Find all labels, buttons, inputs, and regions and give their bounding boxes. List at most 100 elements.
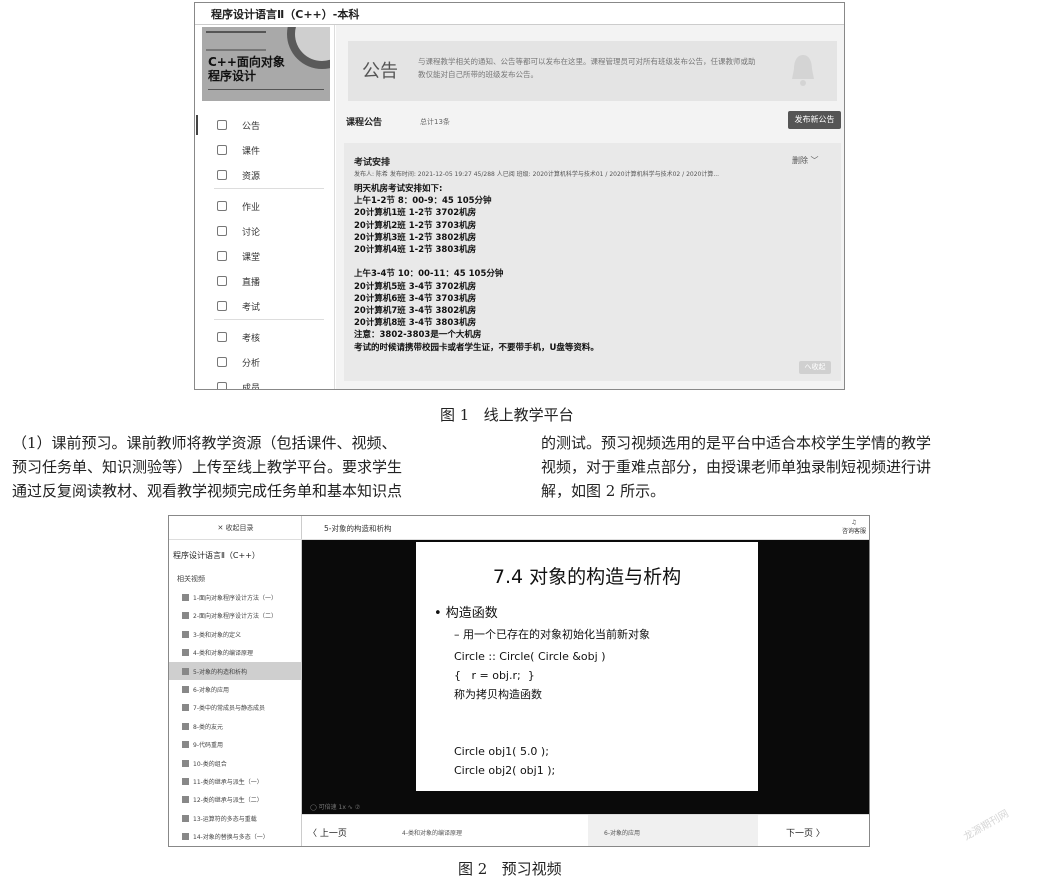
chart-icon [217,357,227,367]
video-list-item-title: 2-面向对象程序设计方法（二） [193,613,277,621]
video-player[interactable]: 7.4 对象的构造与析构 • 构造函数 – 用一个已存在的对象初始化当前新对象 … [302,540,869,814]
player-controls[interactable]: ◯ 可倍速 1x ∿ ⑦ [310,802,360,811]
figure-2-caption: 图 2 预习视频 [458,860,562,878]
figure-1-caption: 图 1 线上教学平台 [440,406,574,424]
video-list-item[interactable]: 5-对象的构造和析构 [169,661,302,680]
sidebar-item-label: 考试 [242,303,261,313]
prev-video-title[interactable]: 4-类和对象的编译原理 [402,828,462,837]
sidebar-item[interactable]: 作业 [202,194,330,219]
sidebar-item-label: 课堂 [242,253,261,263]
catalog-panel: ✕ 收起目录 程序设计语言Ⅱ（C++） 相关视频 1-面向对象程序设计方法（一）… [169,516,302,846]
slide-title: 7.4 对象的构造与析构 [492,566,682,588]
book-cover-image: C++面向对象程序设计 [202,27,330,101]
cover-decoration [208,89,324,95]
sidebar-item-label: 直播 [242,278,261,288]
video-list-item[interactable]: 6-对象的应用 [169,680,302,698]
video-icon [182,612,189,620]
video-list-item-title: 3-类和对象的定义 [193,631,241,639]
sidebar-nav: 公告课件资源作业讨论课堂直播考试考核分析成员 [196,113,330,389]
announcement-meta: 发布人: 陈希 发布时间: 2021-12-05 19:27 45/288 人已… [354,171,720,178]
video-icon [217,276,227,286]
help-button[interactable]: ♫ 咨询客服 [840,518,868,536]
video-icon [182,594,189,601]
sidebar-item[interactable]: 资源 [202,163,330,188]
bell-icon [792,55,814,86]
video-icon [182,704,189,712]
announcement-title[interactable]: 考试安排 [354,155,390,168]
collapse-button[interactable]: へ收起 [799,361,831,374]
delete-button[interactable]: 删除 ﹀ [792,155,819,166]
catalog-course-name: 程序设计语言Ⅱ（C++） [173,551,260,560]
sidebar-item[interactable]: 成员 [202,375,330,389]
video-list-item[interactable]: 11-类的继承与派生（一） [169,772,302,790]
banner-description: 与课程教学相关的通知、公告等都可以发布在这里。课程管理员可对所有班级发布公告，任… [418,57,756,79]
exam-icon [217,301,227,311]
sidebar-item[interactable]: 课堂 [202,244,330,269]
announcement-line: 20计算机2班 1-2节 3703机房 [354,220,477,231]
video-list-item[interactable]: 13-运算符的多态与重载 [169,809,302,827]
next-page-button[interactable]: 下一页 〉 [786,826,825,839]
video-list-item-title: 7-类中的常成员与静态成员 [193,705,265,713]
video-icon [182,814,189,822]
banner-title: 公告 [362,61,398,82]
video-list-item[interactable]: 10-类的组合 [169,754,302,772]
video-list-item-title: 14-对象的替换与多态（一） [193,834,269,842]
sidebar-item[interactable]: 考核 [202,325,330,350]
video-list-item[interactable]: 3-类和对象的定义 [169,625,302,643]
paragraph-line: 通过反复阅读教材、观看教学视频完成任务单和基本知识点 [12,482,403,500]
sidebar-item[interactable]: 公告 [196,113,330,138]
next-video-title[interactable]: 6-对象的应用 [604,828,640,837]
watermark: 龙源期刊网 [962,808,1011,843]
slide-code: Circle :: Circle( Circle &obj ) { r = ob… [454,650,606,777]
folder-icon [217,170,227,180]
sidebar-item-label: 作业 [242,203,261,213]
video-title: 5-对象的构造和析构 [324,524,392,533]
announcement-main: 公告 与课程教学相关的通知、公告等都可以发布在这里。课程管理员可对所有班级发布公… [336,25,844,389]
video-icon [182,759,189,767]
sidebar-item-label: 分析 [242,359,261,369]
sidebar-item[interactable]: 分析 [202,350,330,375]
announcement-card: 考试安排 发布人: 陈希 发布时间: 2021-12-05 19:27 45/2… [344,143,841,381]
clipboard-icon [217,201,227,211]
paragraph-right-column: 的测试。预习视频选用的是平台中适合本校学生学情的教学 视频，对于重难点部分，由授课… [541,431,931,503]
announcement-line [354,256,599,268]
new-announcement-button[interactable]: 发布新公告 [788,111,841,129]
sidebar-item-label: 课件 [242,147,261,157]
paragraph-line: 视频，对于重难点部分，由授课老师单独录制短视频进行讲 [541,458,932,476]
video-list-item[interactable]: 14-对象的替换与多态（一） [169,827,302,845]
video-list-item-title: 13-运算符的多态与重载 [193,815,257,823]
video-list-item-title: 5-对象的构造和析构 [193,668,247,676]
paragraph-line: 解，如图 2 所示。 [541,482,666,500]
announcement-line: 上午3-4节 10：00-11：45 105分钟 [354,269,504,280]
sidebar-item-label: 考核 [242,334,261,344]
chat-icon [217,226,227,236]
video-list-item[interactable]: 9-代码重用 [169,735,302,753]
sidebar-item[interactable]: 讨论 [202,219,330,244]
announcement-line: 20计算机3班 1-2节 3802机房 [354,232,477,243]
sidebar-item[interactable]: 课件 [202,138,330,163]
video-list-item-title: 4-类和对象的编译原理 [193,650,253,658]
video-icon [182,777,189,785]
video-list-item[interactable]: 1-面向对象程序设计方法（一） [169,588,302,606]
prev-page-button[interactable]: 〈 上一页 [308,826,347,839]
course-title: 程序设计语言Ⅱ（C++）-本科 [211,8,360,21]
video-list-item[interactable]: 4-类和对象的编译原理 [169,643,302,661]
video-list-item[interactable]: 8-类的友元 [169,717,302,735]
announcement-line: 20计算机1班 1-2节 3702机房 [354,208,477,219]
video-list-item[interactable]: 2-面向对象程序设计方法（二） [169,606,302,624]
sidebar-item[interactable]: 直播 [202,269,330,294]
slide-bullet: • 构造函数 [434,606,498,621]
paragraph-line: 预习任务单、知识测验等）上传至线上教学平台。要求学生 [12,458,403,476]
collapse-catalog-button[interactable]: ✕ 收起目录 [169,516,302,540]
video-list-item[interactable]: 7-类中的常成员与静态成员 [169,698,302,716]
announcement-line: 注意：3802-3803是一个大机房 [354,330,482,341]
sidebar-item[interactable]: 考试 [202,294,330,319]
sidebar-item-label: 讨论 [242,228,261,238]
announcements-header: 课程公告 [346,118,383,128]
video-list-item-title: 12-类的继承与派生（二） [193,797,263,805]
video-list-item[interactable]: 12-类的继承与派生（二） [169,790,302,808]
video-icon [182,685,189,693]
lecture-slide: 7.4 对象的构造与析构 • 构造函数 – 用一个已存在的对象初始化当前新对象 … [416,542,758,791]
help-label: 咨询客服 [841,528,866,535]
video-icon [182,833,189,841]
